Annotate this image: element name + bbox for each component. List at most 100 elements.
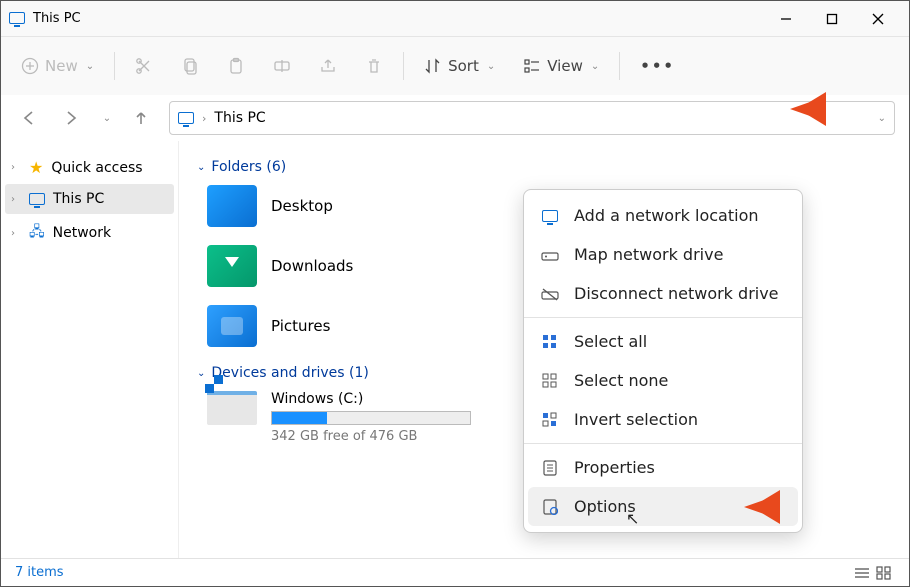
menu-separator bbox=[524, 443, 802, 444]
folders-group-header[interactable]: ⌄ Folders (6) bbox=[197, 159, 891, 175]
chevron-down-icon: ⌄ bbox=[591, 61, 599, 72]
maximize-button[interactable] bbox=[809, 1, 855, 37]
drive-usage-bar bbox=[271, 411, 471, 425]
paste-button[interactable] bbox=[219, 51, 253, 81]
plus-circle-icon bbox=[21, 57, 39, 75]
file-explorer-window: This PC New ⌄ Sort ⌄ View ⌄ bbox=[0, 0, 910, 587]
annotation-arrow-icon bbox=[786, 92, 826, 126]
menu-item-disconnect-network-drive[interactable]: Disconnect network drive bbox=[524, 274, 802, 313]
menu-item-options[interactable]: Options ↖ bbox=[528, 487, 798, 526]
menu-item-label: Map network drive bbox=[574, 245, 723, 264]
menu-item-add-network-location[interactable]: Add a network location bbox=[524, 196, 802, 235]
menu-item-label: Select all bbox=[574, 332, 647, 351]
folder-label: Desktop bbox=[271, 197, 333, 215]
minimize-button[interactable] bbox=[763, 1, 809, 37]
chevron-down-icon: ⌄ bbox=[197, 162, 205, 173]
new-button[interactable]: New ⌄ bbox=[13, 51, 102, 81]
copy-button[interactable] bbox=[173, 51, 207, 81]
monitor-icon bbox=[178, 112, 194, 124]
sidebar-item-label: This PC bbox=[53, 191, 104, 207]
up-button[interactable] bbox=[127, 109, 155, 127]
menu-item-label: Add a network location bbox=[574, 206, 759, 225]
back-button[interactable] bbox=[15, 109, 43, 127]
chevron-down-icon: ⌄ bbox=[103, 113, 111, 124]
forward-button[interactable] bbox=[57, 109, 85, 127]
cursor-icon: ↖ bbox=[626, 509, 639, 528]
menu-separator bbox=[524, 317, 802, 318]
folder-icon bbox=[207, 185, 257, 227]
separator bbox=[114, 52, 115, 80]
chevron-right-icon: › bbox=[202, 112, 206, 125]
drive-icon bbox=[207, 391, 257, 425]
view-label: View bbox=[547, 57, 583, 75]
share-icon bbox=[319, 57, 337, 75]
invert-selection-icon bbox=[540, 412, 560, 428]
view-button[interactable]: View ⌄ bbox=[515, 51, 607, 81]
group-header-label: Devices and drives (1) bbox=[211, 365, 368, 381]
menu-item-properties[interactable]: Properties bbox=[524, 448, 802, 487]
drive-label: Windows (C:) bbox=[271, 391, 471, 407]
rename-icon bbox=[273, 57, 291, 75]
menu-item-select-none[interactable]: Select none bbox=[524, 361, 802, 400]
tiles-view-button[interactable] bbox=[873, 566, 895, 580]
view-icon bbox=[523, 57, 541, 75]
details-view-button[interactable] bbox=[851, 566, 873, 580]
address-text: This PC bbox=[214, 110, 265, 126]
titlebar: This PC bbox=[1, 1, 909, 37]
monitor-plus-icon bbox=[540, 210, 560, 222]
status-text: 7 items bbox=[15, 565, 64, 580]
monitor-icon bbox=[29, 193, 45, 205]
menu-item-select-all[interactable]: Select all bbox=[524, 322, 802, 361]
drive-network-icon bbox=[540, 248, 560, 262]
chevron-down-icon: ⌄ bbox=[878, 113, 886, 124]
menu-item-invert-selection[interactable]: Invert selection bbox=[524, 400, 802, 439]
close-button[interactable] bbox=[855, 1, 901, 37]
folder-icon bbox=[207, 245, 257, 287]
new-label: New bbox=[45, 57, 78, 75]
sidebar-item-this-pc[interactable]: › This PC bbox=[5, 184, 174, 214]
folder-label: Downloads bbox=[271, 257, 353, 275]
menu-item-map-network-drive[interactable]: Map network drive bbox=[524, 235, 802, 274]
more-menu: Add a network location Map network drive… bbox=[523, 189, 803, 533]
sidebar-item-quick-access[interactable]: › ★ Quick access bbox=[1, 151, 178, 184]
sort-button[interactable]: Sort ⌄ bbox=[416, 51, 503, 81]
sidebar-item-label: Quick access bbox=[51, 160, 142, 176]
recent-button[interactable]: ⌄ bbox=[99, 113, 113, 124]
drive-usage-fill bbox=[272, 412, 327, 424]
trash-icon bbox=[365, 57, 383, 75]
separator bbox=[403, 52, 404, 80]
select-all-icon bbox=[540, 334, 560, 350]
chevron-down-icon: ⌄ bbox=[86, 61, 94, 72]
ellipsis-icon: ••• bbox=[640, 57, 675, 75]
menu-item-label: Select none bbox=[574, 371, 668, 390]
star-icon: ★ bbox=[29, 158, 43, 177]
delete-button[interactable] bbox=[357, 51, 391, 81]
more-button[interactable]: ••• bbox=[632, 51, 683, 81]
chevron-right-icon: › bbox=[11, 228, 21, 239]
drive-subtext: 342 GB free of 476 GB bbox=[271, 429, 471, 444]
status-bar: 7 items bbox=[1, 558, 909, 586]
scissors-icon bbox=[135, 57, 153, 75]
select-none-icon bbox=[540, 373, 560, 389]
menu-item-label: Invert selection bbox=[574, 410, 698, 429]
sidebar-item-network[interactable]: › 🖧 Network bbox=[1, 214, 178, 252]
separator bbox=[619, 52, 620, 80]
clipboard-icon bbox=[227, 57, 245, 75]
properties-icon bbox=[540, 460, 560, 476]
cut-button[interactable] bbox=[127, 51, 161, 81]
network-icon: 🖧 bbox=[29, 221, 45, 245]
sort-label: Sort bbox=[448, 57, 479, 75]
menu-item-label: Disconnect network drive bbox=[574, 284, 779, 303]
sidebar-item-label: Network bbox=[53, 225, 111, 241]
body: › ★ Quick access › This PC › 🖧 Network ⌄… bbox=[1, 141, 909, 558]
chevron-down-icon: ⌄ bbox=[487, 61, 495, 72]
chevron-right-icon: › bbox=[11, 194, 21, 205]
share-button[interactable] bbox=[311, 51, 345, 81]
toolbar: New ⌄ Sort ⌄ View ⌄ ••• bbox=[1, 37, 909, 95]
annotation-arrow-icon bbox=[740, 490, 780, 524]
folder-icon bbox=[207, 305, 257, 347]
sort-icon bbox=[424, 57, 442, 75]
chevron-right-icon: › bbox=[11, 162, 21, 173]
address-row: ⌄ › This PC ⌄ bbox=[1, 95, 909, 141]
rename-button[interactable] bbox=[265, 51, 299, 81]
